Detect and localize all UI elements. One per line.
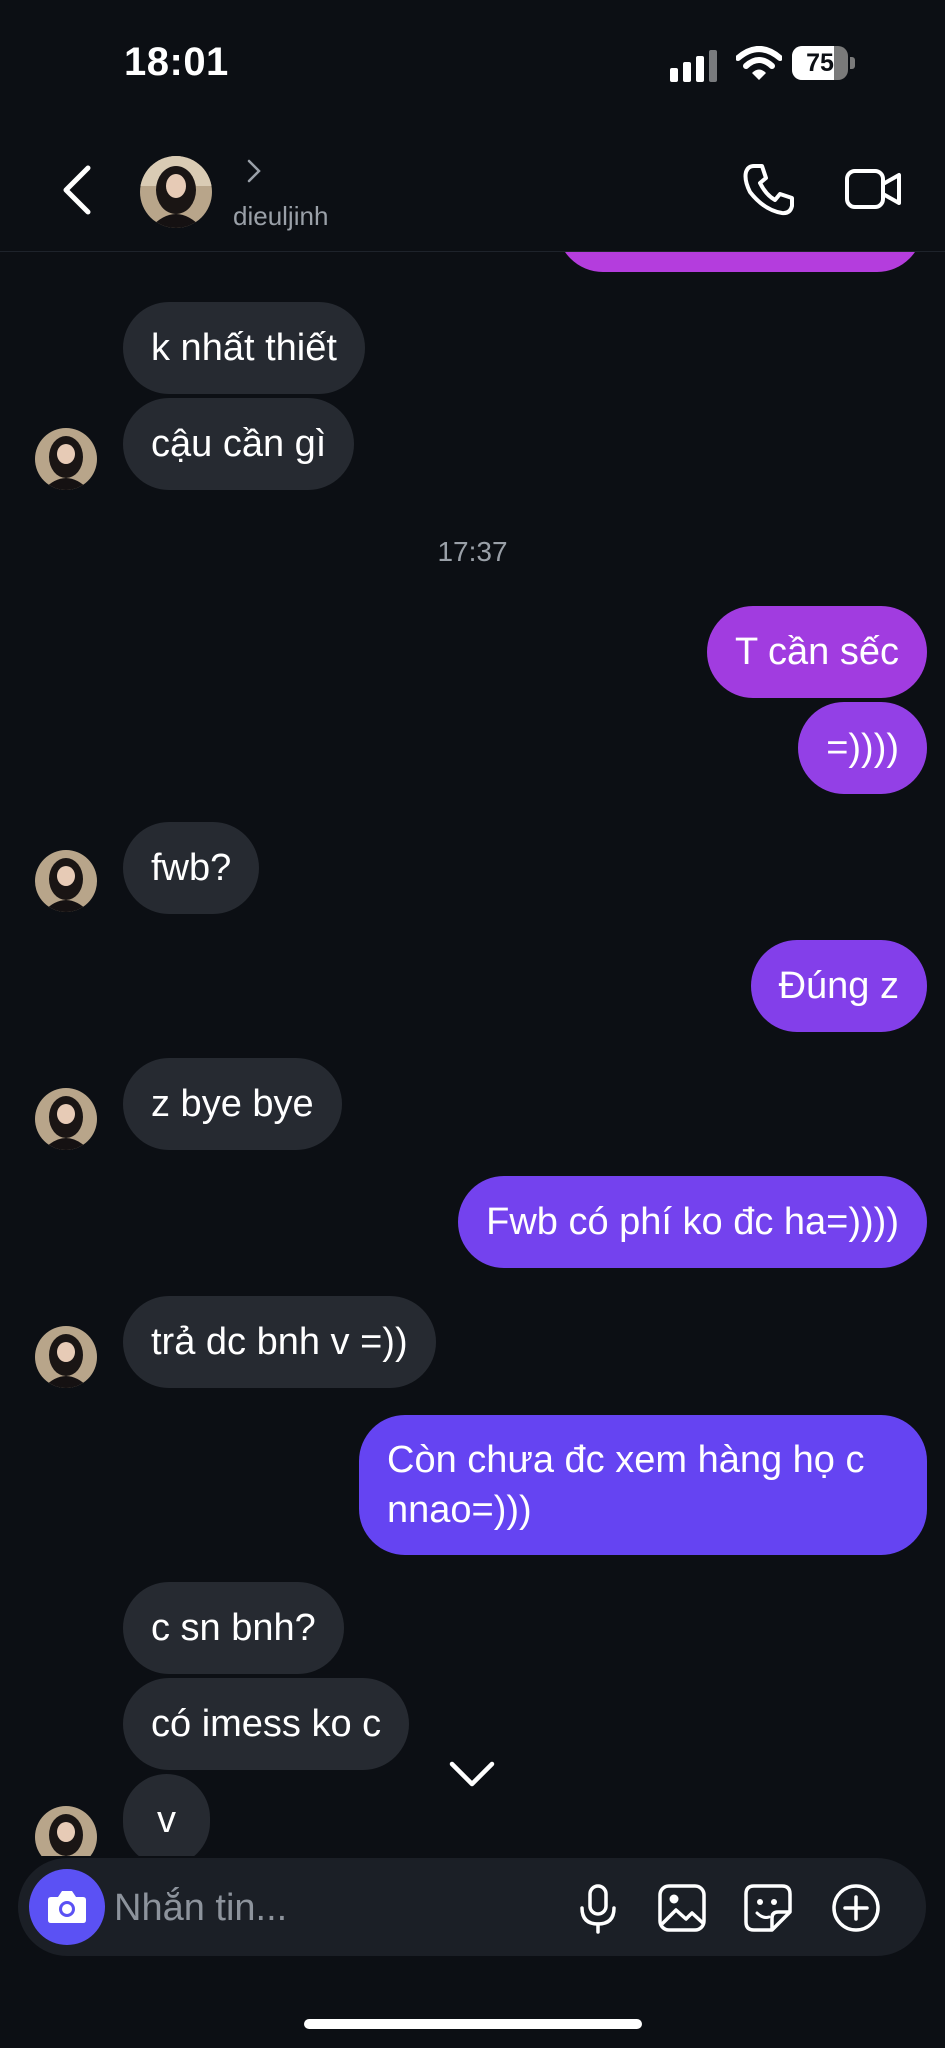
camera-icon [48, 1891, 86, 1923]
avatar[interactable] [35, 1326, 97, 1388]
message-bubble[interactable]: v [123, 1774, 210, 1856]
battery-percentage: 75 [806, 49, 834, 77]
message-bubble[interactable]: Còn chưa đc xem hàng họ c nnao=))) [359, 1415, 927, 1555]
username[interactable]: dieuljinh [233, 201, 328, 232]
message-bubble[interactable]: Fwb có phí ko đc ha=)))) [458, 1176, 927, 1268]
cellular-signal-icon [670, 50, 720, 82]
status-time: 18:01 [124, 40, 229, 84]
phone-icon[interactable] [740, 160, 798, 218]
message-bubble[interactable]: cậu cần gì [123, 398, 355, 490]
avatar[interactable] [140, 156, 212, 228]
plus-circle-icon[interactable] [828, 1880, 884, 1936]
message-input[interactable] [112, 1874, 556, 1942]
message-bubble-partial [557, 252, 923, 272]
message-bubble[interactable]: Đúng z [750, 940, 927, 1032]
message-bubble[interactable]: k nhất thiết [123, 302, 365, 394]
avatar[interactable] [35, 428, 97, 490]
video-camera-icon[interactable] [844, 166, 902, 212]
message-bubble[interactable]: fwb? [123, 822, 260, 914]
timestamp: 17:37 [437, 536, 508, 567]
message-bubble[interactable]: =)))) [798, 702, 927, 794]
chevron-down-icon[interactable] [448, 1756, 496, 1792]
wifi-icon [736, 46, 782, 80]
back-button[interactable] [56, 162, 100, 218]
message-list[interactable]: k nhất thiết cậu cần gì 17:37 T cần sếc … [0, 252, 945, 1856]
avatar[interactable] [35, 1806, 97, 1856]
message-bubble[interactable]: c sn bnh? [123, 1582, 344, 1674]
camera-button[interactable] [29, 1869, 105, 1945]
message-bubble[interactable]: có imess ko c [123, 1678, 410, 1770]
microphone-icon[interactable] [570, 1880, 626, 1936]
avatar[interactable] [35, 1088, 97, 1150]
chevron-right-icon[interactable] [244, 156, 264, 186]
home-indicator[interactable] [304, 2019, 642, 2029]
battery-icon: 75 [792, 46, 856, 80]
avatar[interactable] [35, 850, 97, 912]
message-bubble[interactable]: z bye bye [123, 1058, 342, 1150]
image-icon[interactable] [654, 1880, 710, 1936]
sticker-icon[interactable] [740, 1880, 796, 1936]
message-bubble[interactable]: trả dc bnh v =)) [123, 1296, 436, 1388]
message-bubble[interactable]: T cần sếc [706, 606, 927, 698]
